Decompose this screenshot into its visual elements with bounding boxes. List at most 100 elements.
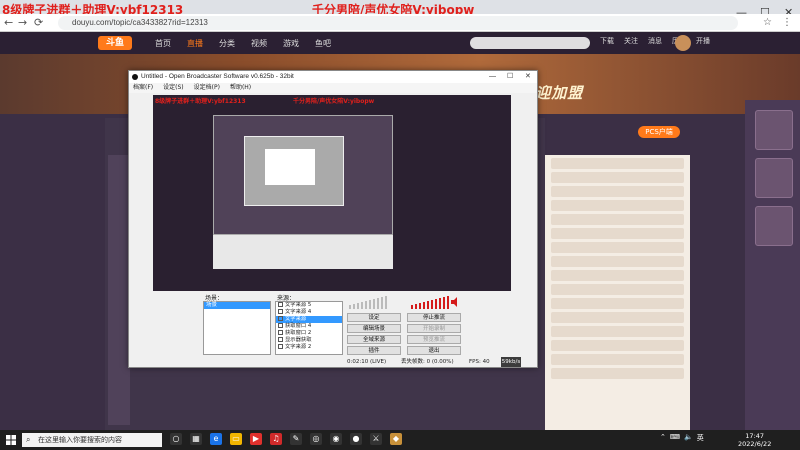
nested-preview bbox=[213, 115, 393, 235]
menu-settings[interactable]: 设定(S) bbox=[163, 83, 184, 93]
global-source-button[interactable]: 全域来源 bbox=[347, 335, 401, 344]
star-icon[interactable]: ☆ bbox=[763, 17, 772, 28]
plugin-button[interactable]: 插件 bbox=[347, 346, 401, 355]
scene-list[interactable]: 场景 bbox=[203, 301, 271, 355]
go-live-link[interactable]: 开播 bbox=[696, 36, 710, 46]
explorer-icon[interactable]: ▭ bbox=[230, 433, 242, 445]
task-view-icon[interactable]: ○ bbox=[170, 433, 182, 445]
obs-menubar: 档案(F) 设定(S) 设定档(P) 帮助(H) bbox=[129, 83, 537, 93]
source-item[interactable]: 获取窗口 4 bbox=[276, 323, 342, 330]
checkbox[interactable] bbox=[278, 323, 283, 328]
steam-icon[interactable]: ◎ bbox=[310, 433, 322, 445]
chrome-icon[interactable]: ◉ bbox=[330, 433, 342, 445]
chat-message bbox=[551, 340, 684, 351]
obs-app-icon bbox=[132, 74, 138, 80]
chat-message bbox=[551, 186, 684, 197]
obs-maximize-button[interactable]: ☐ bbox=[507, 71, 513, 83]
obs-window: Untitled - Open Broadcaster Software v0.… bbox=[128, 70, 538, 368]
sidebar-card[interactable] bbox=[755, 158, 793, 198]
sidebar-card[interactable] bbox=[755, 110, 793, 150]
network-icon[interactable]: ⌨ bbox=[670, 433, 680, 443]
nav-home[interactable]: 首页 bbox=[155, 38, 171, 49]
nav-fishbar[interactable]: 鱼吧 bbox=[315, 38, 331, 49]
tool-icon[interactable]: ✎ bbox=[290, 433, 302, 445]
preview-overlay-left: 8级牌子进群＋助理V:ybf12313 bbox=[155, 98, 246, 105]
site-search-input[interactable] bbox=[470, 37, 590, 49]
stop-stream-button[interactable]: 停止推流 bbox=[407, 313, 461, 322]
taskbar-clock[interactable]: 17:47 2022/6/22 bbox=[738, 432, 771, 448]
checkbox[interactable] bbox=[278, 337, 283, 342]
taskbar-apps: ○ ▦ e ▭ ▶ ♫ ✎ ◎ ◉ ● ⚔ ◆ bbox=[170, 433, 402, 445]
sidebar-card[interactable] bbox=[755, 206, 793, 246]
start-record-button[interactable]: 开始录制 bbox=[407, 324, 461, 333]
checkbox[interactable] bbox=[278, 309, 283, 314]
game-icon[interactable]: ⚔ bbox=[370, 433, 382, 445]
obs-title-text: Untitled - Open Broadcaster Software v0.… bbox=[141, 73, 294, 80]
douyu-logo[interactable]: 斗鱼 bbox=[98, 36, 132, 50]
back-button[interactable]: ← bbox=[4, 16, 13, 29]
dropped-frames: 丢失帧数: 0 (0.00%) bbox=[401, 359, 454, 365]
source-item[interactable]: 获取窗口 2 bbox=[276, 330, 342, 337]
settings-button[interactable]: 设定 bbox=[347, 313, 401, 322]
obs-icon[interactable]: ● bbox=[350, 433, 362, 445]
nested-obs-controls bbox=[213, 235, 393, 269]
preview-overlay-right: 千分男陪/声优女陪V:yibopw bbox=[293, 98, 375, 105]
scene-item[interactable]: 场景 bbox=[204, 302, 270, 309]
volume-icon[interactable]: 🔈 bbox=[684, 433, 693, 443]
message-link[interactable]: 消息 bbox=[648, 36, 662, 46]
menu-profile[interactable]: 设定档(P) bbox=[194, 83, 220, 93]
mic-volume-meter[interactable] bbox=[347, 295, 457, 309]
chat-message bbox=[551, 368, 684, 379]
obs-close-button[interactable]: ✕ bbox=[525, 71, 531, 83]
chat-message bbox=[551, 326, 684, 337]
nav-live[interactable]: 直播 bbox=[187, 38, 203, 49]
nav-games[interactable]: 游戏 bbox=[283, 38, 299, 49]
source-list[interactable]: 文字来源 5 文字来源 4 文字来源 获取窗口 4 获取窗口 2 显示器获取 文… bbox=[275, 301, 343, 355]
windows-start-icon[interactable] bbox=[6, 435, 16, 445]
source-item[interactable]: 文字来源 4 bbox=[276, 309, 342, 316]
obs-minimize-button[interactable]: — bbox=[489, 71, 496, 83]
forward-button[interactable]: → bbox=[18, 16, 27, 29]
edge-icon[interactable]: e bbox=[210, 433, 222, 445]
fps-readout: FPS: 40 bbox=[469, 359, 490, 365]
chevron-up-icon[interactable]: ⌃ bbox=[660, 433, 666, 443]
netease-icon[interactable]: ♫ bbox=[270, 433, 282, 445]
reload-button[interactable]: ⟳ bbox=[34, 16, 43, 29]
video-app-icon[interactable]: ▶ bbox=[250, 433, 262, 445]
taskbar-search-input[interactable]: ⌕ 在这里输入你要搜索的内容 bbox=[22, 433, 162, 447]
download-link[interactable]: 下载 bbox=[600, 36, 614, 46]
app-icon[interactable]: ◆ bbox=[390, 433, 402, 445]
language-indicator[interactable]: 英 bbox=[697, 433, 704, 443]
nav-video[interactable]: 视频 bbox=[251, 38, 267, 49]
extension-icons: ☆ ⋮ bbox=[763, 17, 792, 28]
exit-button[interactable]: 退出 bbox=[407, 346, 461, 355]
source-item[interactable]: 文字来源 2 bbox=[276, 344, 342, 351]
preview-stream-button[interactable]: 预览推流 bbox=[407, 335, 461, 344]
chat-message bbox=[551, 270, 684, 281]
edit-scene-button[interactable]: 编辑场景 bbox=[347, 324, 401, 333]
chat-message bbox=[551, 172, 684, 183]
obs-controls: 场景： 场景 来源： 文字来源 5 文字来源 4 文字来源 获取窗口 4 获取窗… bbox=[129, 293, 537, 357]
source-item[interactable]: 文字来源 5 bbox=[276, 302, 342, 309]
widgets-icon[interactable]: ▦ bbox=[190, 433, 202, 445]
nested-preview-2 bbox=[244, 136, 344, 206]
nav-category[interactable]: 分类 bbox=[219, 38, 235, 49]
url-field[interactable]: douyu.com/topic/ca3433827rid=12313 bbox=[58, 16, 738, 30]
follow-link[interactable]: 关注 bbox=[624, 36, 638, 46]
checkbox[interactable] bbox=[278, 344, 283, 349]
avatar[interactable] bbox=[675, 35, 691, 51]
menu-help[interactable]: 帮助(H) bbox=[230, 83, 251, 93]
left-thumbnail-strip bbox=[108, 155, 130, 425]
obs-titlebar: Untitled - Open Broadcaster Software v0.… bbox=[129, 71, 537, 83]
source-item[interactable]: 文字来源 bbox=[276, 316, 342, 323]
pc-client-button[interactable]: PCS户端 bbox=[638, 126, 680, 138]
system-tray: ⌃ ⌨ 🔈 英 bbox=[660, 433, 704, 443]
menu-file[interactable]: 档案(F) bbox=[133, 83, 153, 93]
chat-message bbox=[551, 298, 684, 309]
checkbox[interactable] bbox=[278, 316, 283, 321]
source-item[interactable]: 显示器获取 bbox=[276, 337, 342, 344]
search-icon: ⌕ bbox=[26, 435, 31, 444]
checkbox[interactable] bbox=[278, 302, 283, 307]
checkbox[interactable] bbox=[278, 330, 283, 335]
menu-icon[interactable]: ⋮ bbox=[782, 17, 792, 28]
